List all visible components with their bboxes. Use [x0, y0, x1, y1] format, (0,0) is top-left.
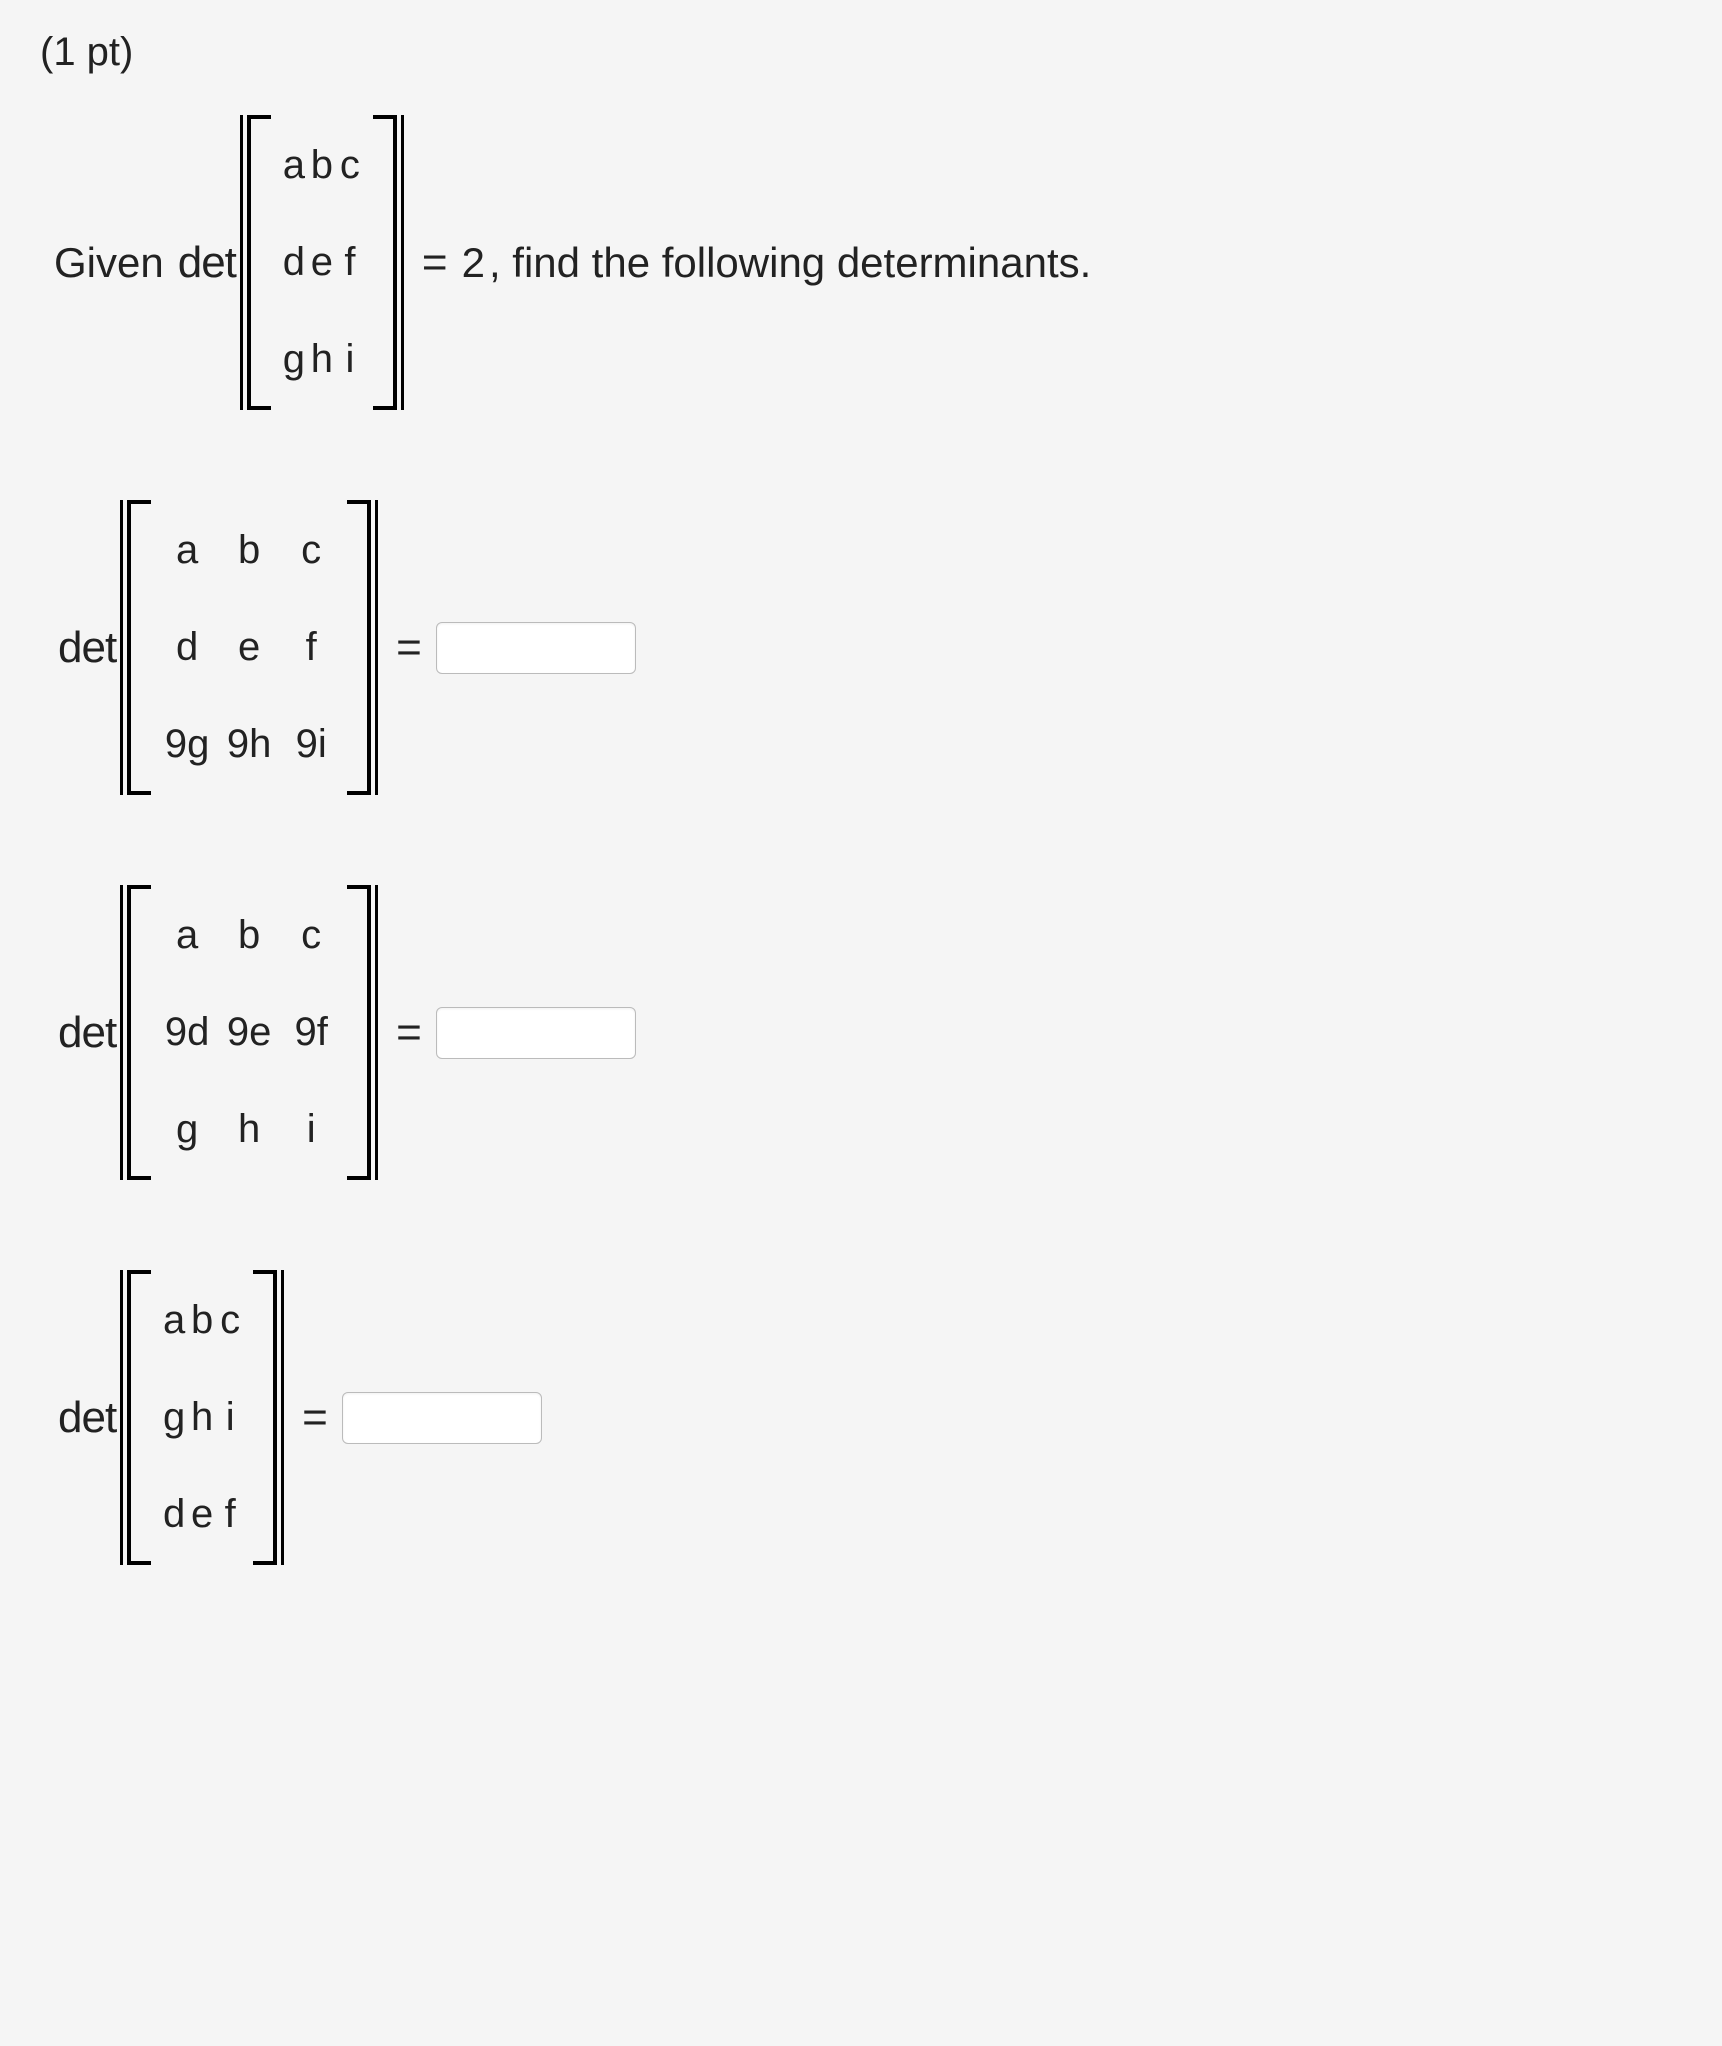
matrix-cell: 9i — [285, 722, 337, 767]
given-row: Given det a b c d e f — [40, 115, 1682, 410]
matrix-cell: a — [161, 1298, 187, 1343]
matrix-cell: 9f — [285, 1010, 337, 1055]
matrix-row: d e f — [281, 240, 363, 285]
matrix-cell: 9g — [161, 722, 213, 767]
matrix-cell: g — [161, 1107, 213, 1152]
matrix-row: a b c — [281, 143, 363, 188]
given-matrix: a b c d e f g h i — [271, 115, 373, 410]
matrix-cell: i — [217, 1395, 243, 1440]
matrix-cell: i — [285, 1107, 337, 1152]
bracket-right — [373, 115, 397, 410]
matrix-cell: f — [285, 625, 337, 670]
det-label: det — [58, 1008, 116, 1058]
problem-page: (1 pt) Given det a b c d e f — [0, 0, 1722, 1685]
matrix-cell: g — [161, 1395, 187, 1440]
matrix-row: g h i — [161, 1107, 337, 1152]
bracket-left — [247, 115, 271, 410]
matrix-cell: e — [189, 1492, 215, 1537]
problem-1-matrix: a b c d e f 9g 9h 9i — [151, 500, 347, 795]
matrix-cell: f — [217, 1492, 243, 1537]
abs-bar-left — [240, 115, 243, 410]
matrix-cell: a — [161, 528, 213, 573]
abs-bar-left — [120, 885, 123, 1180]
matrix-row: a b c — [161, 1298, 243, 1343]
given-suffix: , find the following determinants. — [489, 239, 1091, 287]
abs-bar-left — [120, 500, 123, 795]
equals-sign: = — [302, 1393, 328, 1443]
matrix-cell: a — [281, 143, 307, 188]
problem-3-matrix: a b c g h i d e f — [151, 1270, 253, 1565]
equals-sign: = — [396, 1008, 422, 1058]
matrix-row: 9d 9e 9f — [161, 1010, 337, 1055]
bracket-right — [347, 500, 371, 795]
matrix-bracket: a b c 9d 9e 9f g h i — [127, 885, 371, 1180]
problem-row-2: det a b c 9d 9e 9f g — [58, 885, 1682, 1180]
answer-input-1[interactable] — [436, 622, 636, 674]
det-label: det — [58, 1393, 116, 1443]
matrix-cell: g — [281, 337, 307, 382]
det-label: det — [178, 238, 236, 288]
matrix-bracket: a b c g h i d e f — [127, 1270, 277, 1565]
matrix-cell: h — [309, 337, 335, 382]
matrix-cell: c — [337, 143, 363, 188]
matrix-cell: c — [217, 1298, 243, 1343]
bracket-left — [127, 1270, 151, 1565]
bracket-right — [253, 1270, 277, 1565]
points-label: (1 pt) — [40, 30, 1682, 75]
matrix-cell: h — [189, 1395, 215, 1440]
given-value: 2 — [462, 239, 485, 287]
matrix-bracket: a b c d e f 9g 9h 9i — [127, 500, 371, 795]
answer-input-2[interactable] — [436, 1007, 636, 1059]
matrix-cell: b — [223, 913, 275, 958]
matrix-cell: c — [285, 528, 337, 573]
matrix-cell: i — [337, 337, 363, 382]
given-prefix: Given — [54, 239, 164, 287]
matrix-bracket: a b c d e f g h i — [247, 115, 397, 410]
bracket-right — [347, 885, 371, 1180]
problem-row-1: det a b c d e f 9g — [58, 500, 1682, 795]
bracket-left — [127, 500, 151, 795]
matrix-cell: d — [281, 240, 307, 285]
abs-bar-right — [375, 885, 378, 1180]
matrix-row: g h i — [161, 1395, 243, 1440]
problem-2-matrix: a b c 9d 9e 9f g h i — [151, 885, 347, 1180]
abs-bar-right — [375, 500, 378, 795]
abs-bars: a b c g h i d e f — [116, 1270, 288, 1565]
matrix-cell: 9e — [223, 1010, 275, 1055]
matrix-row: a b c — [161, 913, 337, 958]
matrix-row: g h i — [281, 337, 363, 382]
matrix-cell: b — [223, 528, 275, 573]
matrix-cell: b — [309, 143, 335, 188]
matrix-cell: e — [223, 625, 275, 670]
matrix-row: a b c — [161, 528, 337, 573]
answer-input-3[interactable] — [342, 1392, 542, 1444]
abs-bars: a b c d e f g h i — [236, 115, 408, 410]
abs-bar-right — [401, 115, 404, 410]
matrix-cell: f — [337, 240, 363, 285]
abs-bars: a b c 9d 9e 9f g h i — [116, 885, 382, 1180]
matrix-row: d e f — [161, 625, 337, 670]
matrix-row: d e f — [161, 1492, 243, 1537]
abs-bars: a b c d e f 9g 9h 9i — [116, 500, 382, 795]
matrix-row: 9g 9h 9i — [161, 722, 337, 767]
matrix-cell: a — [161, 913, 213, 958]
matrix-cell: b — [189, 1298, 215, 1343]
abs-bar-left — [120, 1270, 123, 1565]
matrix-cell: d — [161, 625, 213, 670]
matrix-cell: e — [309, 240, 335, 285]
det-label: det — [58, 623, 116, 673]
matrix-cell: h — [223, 1107, 275, 1152]
equals-sign: = — [396, 623, 422, 673]
matrix-cell: d — [161, 1492, 187, 1537]
matrix-cell: 9h — [223, 722, 275, 767]
matrix-cell: c — [285, 913, 337, 958]
equals-sign: = — [422, 238, 448, 288]
problem-row-3: det a b c g h i d — [58, 1270, 1682, 1565]
matrix-cell: 9d — [161, 1010, 213, 1055]
abs-bar-right — [281, 1270, 284, 1565]
bracket-left — [127, 885, 151, 1180]
